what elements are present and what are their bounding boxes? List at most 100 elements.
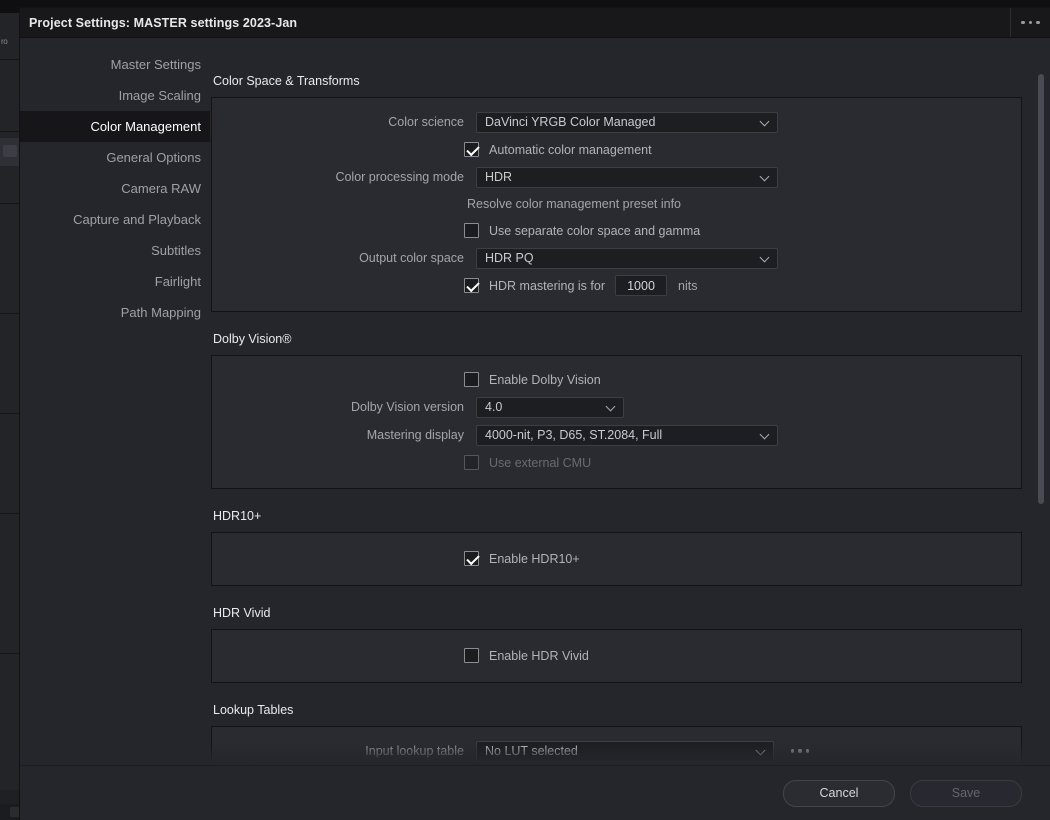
label-enable-hdr-vivid: Enable HDR Vivid — [489, 648, 589, 663]
hdr-mastering-checkbox[interactable] — [464, 278, 480, 293]
label-automatic-color-management: Automatic color management — [489, 142, 652, 157]
input-lookup-table-dropdown[interactable]: No LUT selected — [476, 740, 774, 762]
color-science-value: DaVinci YRGB Color Managed — [485, 115, 656, 129]
dolby-vision-version-value: 4.0 — [485, 400, 503, 414]
output-color-space-value: HDR PQ — [485, 251, 534, 265]
row-hdr-mastering: HDR mastering is for 1000 nits — [212, 272, 1021, 299]
dialog-options-button[interactable] — [1010, 8, 1050, 37]
section-title-lookup-tables: Lookup Tables — [213, 703, 294, 717]
sidebar-item-path-mapping[interactable]: Path Mapping — [20, 297, 210, 328]
row-dolby-vision-version: Dolby Vision version 4.0 — [212, 393, 1021, 421]
check-icon — [466, 551, 480, 566]
dialog-titlebar: Project Settings: MASTER settings 2023-J… — [20, 8, 1050, 38]
sidebar-item-capture-and-playback[interactable]: Capture and Playback — [20, 204, 210, 235]
label-enable-dolby-vision: Enable Dolby Vision — [489, 372, 601, 387]
panel-color-space: Color science DaVinci YRGB Color Managed — [211, 97, 1022, 312]
row-use-external-cmu: Use external CMU — [212, 449, 1021, 476]
sidebar-item-camera-raw[interactable]: Camera RAW — [20, 173, 210, 204]
automatic-color-management-checkbox[interactable] — [464, 142, 480, 157]
use-separate-color-space-checkbox[interactable] — [464, 223, 479, 238]
row-enable-dolby-vision: Enable Dolby Vision — [212, 366, 1021, 393]
label-color-science: Color science — [388, 115, 464, 129]
section-title-dolby-vision: Dolby Vision® — [213, 332, 292, 346]
scrollbar-thumb[interactable] — [1038, 74, 1044, 504]
background-rail-pill — [3, 145, 17, 157]
row-color-science: Color science DaVinci YRGB Color Managed — [212, 108, 1021, 136]
dialog-body: Master Settings Image Scaling Color Mana… — [20, 38, 1050, 765]
sidebar-item-color-management[interactable]: Color Management — [20, 111, 210, 142]
screen-root: ro Project Settings: MASTER settings 202… — [0, 0, 1050, 820]
dolby-vision-version-dropdown[interactable]: 4.0 — [476, 396, 624, 418]
chevron-down-icon — [761, 117, 770, 126]
mastering-display-value: 4000-nit, P3, D65, ST.2084, Full — [485, 428, 663, 442]
settings-sidebar: Master Settings Image Scaling Color Mana… — [20, 38, 210, 765]
enable-dolby-vision-checkbox[interactable] — [464, 372, 479, 387]
panel-dolby-vision: Enable Dolby Vision Dolby Vision version… — [211, 355, 1022, 489]
field-mastering-display: 4000-nit, P3, D65, ST.2084, Full — [476, 424, 778, 446]
label-nits-unit: nits — [678, 278, 698, 293]
section-title-hdr-vivid: HDR Vivid — [213, 606, 271, 620]
color-science-dropdown[interactable]: DaVinci YRGB Color Managed — [476, 111, 778, 133]
preset-info-text[interactable]: Resolve color management preset info — [467, 197, 681, 211]
panel-hdr-vivid: Enable HDR Vivid — [211, 629, 1022, 683]
label-input-lookup-table: Input lookup table — [365, 744, 464, 758]
sidebar-item-image-scaling[interactable]: Image Scaling — [20, 80, 210, 111]
row-enable-hdr-vivid: Enable HDR Vivid — [212, 642, 1021, 669]
row-color-processing-mode: Color processing mode HDR — [212, 163, 1021, 191]
label-use-separate-color-space: Use separate color space and gamma — [489, 223, 701, 238]
mastering-display-dropdown[interactable]: 4000-nit, P3, D65, ST.2084, Full — [476, 424, 778, 446]
section-title-hdr10plus: HDR10+ — [213, 509, 262, 523]
row-enable-hdr10plus: Enable HDR10+ — [212, 545, 1021, 572]
row-preset-info: Resolve color management preset info — [212, 191, 1021, 217]
sidebar-item-general-options[interactable]: General Options — [20, 142, 210, 173]
row-mastering-display: Mastering display 4000-nit, P3, D65, ST.… — [212, 421, 1021, 449]
label-mastering-display: Mastering display — [366, 428, 464, 442]
panel-hdr10plus: Enable HDR10+ — [211, 532, 1022, 586]
save-button[interactable]: Save — [910, 779, 1022, 807]
row-use-separate-color-space: Use separate color space and gamma — [212, 217, 1021, 244]
settings-content: Color Space & Transforms Color science D… — [210, 38, 1050, 765]
sidebar-item-master-settings[interactable]: Master Settings — [20, 49, 210, 80]
row-output-color-space: Output color space HDR PQ — [212, 244, 1021, 272]
field-color-science: DaVinci YRGB Color Managed — [476, 111, 778, 133]
sidebar-item-subtitles[interactable]: Subtitles — [20, 235, 210, 266]
enable-hdr-vivid-checkbox[interactable] — [464, 648, 479, 663]
check-icon — [466, 142, 480, 157]
color-processing-mode-dropdown[interactable]: HDR — [476, 166, 778, 188]
chevron-down-icon — [761, 430, 770, 439]
dialog-footer: Cancel Save — [20, 765, 1050, 820]
project-settings-dialog: Project Settings: MASTER settings 2023-J… — [20, 8, 1050, 820]
input-lookup-table-browse-button[interactable] — [787, 741, 813, 761]
ellipsis-icon — [1021, 20, 1040, 25]
hdr-mastering-nits-input[interactable]: 1000 — [615, 275, 667, 296]
cancel-button[interactable]: Cancel — [783, 779, 895, 807]
panel-lookup-tables: Input lookup table No LUT selected — [211, 726, 1022, 765]
chevron-down-icon — [761, 172, 770, 181]
output-color-space-dropdown[interactable]: HDR PQ — [476, 247, 778, 269]
label-color-processing-mode: Color processing mode — [335, 170, 464, 184]
label-use-external-cmu: Use external CMU — [489, 455, 592, 470]
sidebar-item-fairlight[interactable]: Fairlight — [20, 266, 210, 297]
chevron-down-icon — [607, 402, 616, 411]
enable-hdr10plus-checkbox[interactable] — [464, 551, 480, 566]
settings-scroll-area[interactable]: Color Space & Transforms Color science D… — [210, 38, 1050, 765]
field-color-processing-mode: HDR — [476, 166, 778, 188]
label-enable-hdr10plus: Enable HDR10+ — [489, 551, 580, 566]
label-output-color-space: Output color space — [359, 251, 464, 265]
chevron-down-icon — [761, 253, 770, 262]
color-processing-mode-value: HDR — [485, 170, 513, 184]
label-dolby-vision-version: Dolby Vision version — [350, 400, 464, 414]
label-hdr-mastering: HDR mastering is for — [489, 278, 605, 293]
input-lookup-table-value: No LUT selected — [485, 744, 578, 758]
row-input-lookup-table: Input lookup table No LUT selected — [212, 737, 1021, 765]
field-output-color-space: HDR PQ — [476, 247, 778, 269]
check-icon — [466, 278, 480, 293]
field-input-lookup-table: No LUT selected — [476, 740, 813, 762]
settings-scrollbar[interactable] — [1038, 74, 1044, 761]
row-automatic-color-management: Automatic color management — [212, 136, 1021, 163]
background-rail-rows — [0, 13, 22, 790]
use-external-cmu-checkbox — [464, 455, 479, 470]
section-title-color-space: Color Space & Transforms — [213, 74, 360, 88]
chevron-down-icon — [757, 746, 766, 755]
field-dolby-vision-version: 4.0 — [476, 396, 624, 418]
